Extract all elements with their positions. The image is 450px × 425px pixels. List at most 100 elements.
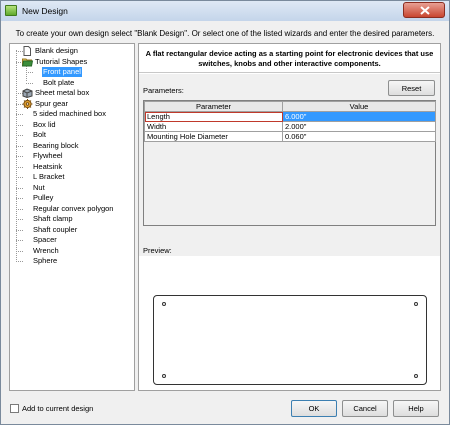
parameter-name-cell: Width: [144, 121, 283, 132]
tree-item-label: Sheet metal box: [35, 88, 90, 97]
mounting-hole: [162, 374, 166, 378]
tree-item[interactable]: Front panel: [10, 67, 134, 78]
tree-connector-line: [16, 135, 23, 136]
parameters-grid[interactable]: Parameter Value Length 6.000" Width 2.000" M…: [143, 100, 436, 226]
tree-item-label: Blank design: [35, 46, 78, 55]
tree-item[interactable]: Regular convex polygon: [10, 204, 134, 215]
tree-item-label: 5 sided machined box: [33, 109, 106, 118]
preview-label: Preview:: [143, 246, 172, 255]
tree-item[interactable]: Box lid: [10, 120, 134, 131]
parameter-name-cell: Length: [144, 111, 283, 122]
tree-item-label: Box lid: [33, 119, 56, 129]
app-icon: [5, 5, 17, 16]
tree-item-label: Bolt: [33, 130, 46, 139]
tree-item[interactable]: Heatsink: [10, 162, 134, 173]
tree-item-label: Front panel: [42, 67, 82, 77]
wizard-details-panel: A flat rectangular device acting as a st…: [138, 43, 441, 391]
wizard-tree[interactable]: Blank design Tutorial Shapes Front panel Bo…: [9, 43, 135, 391]
mounting-hole: [162, 302, 166, 306]
ok-button[interactable]: OK: [291, 400, 337, 417]
help-button[interactable]: Help: [393, 400, 439, 417]
tree-item-label: Sphere: [33, 256, 58, 265]
tree-item-label: Spur gear: [35, 98, 68, 108]
tree-item-label: Bearing block: [33, 140, 79, 150]
tree-item[interactable]: Shaft coupler: [10, 225, 134, 236]
table-row[interactable]: Width 2.000": [144, 121, 436, 132]
close-button[interactable]: [403, 2, 445, 18]
preview-canvas: [139, 256, 440, 390]
tree-connector-line: [16, 219, 23, 220]
tree-connector-line: [26, 72, 33, 73]
cancel-button[interactable]: Cancel: [342, 400, 388, 417]
tree-connector-line: [16, 114, 23, 115]
sheet-metal-icon: [22, 88, 33, 99]
tree-item[interactable]: 5 sided machined box: [10, 109, 134, 120]
tree-item-label: Shaft coupler: [33, 224, 78, 234]
table-row[interactable]: Mounting Hole Diameter 0.060": [144, 131, 436, 142]
parameter-value-cell[interactable]: 0.060": [282, 131, 436, 142]
gear-icon: [22, 98, 33, 109]
tree-item-label: L Bracket: [33, 172, 65, 181]
tree-item[interactable]: Tutorial Shapes: [10, 57, 134, 68]
window-title: New Design: [22, 6, 68, 16]
tree-item-label: Tutorial Shapes: [35, 56, 88, 66]
folder-open-icon: [21, 57, 34, 67]
front-panel-preview-shape: [153, 295, 427, 385]
tree-item[interactable]: Bearing block: [10, 141, 134, 152]
tree-item[interactable]: Bolt plate: [10, 78, 134, 89]
tree-connector-line: [16, 166, 23, 168]
tree-item[interactable]: Spacer: [10, 235, 134, 246]
tree-item[interactable]: L Bracket: [10, 172, 134, 183]
tree-item[interactable]: Blank design: [10, 46, 134, 57]
tree-item-label: Flywheel: [33, 151, 63, 160]
tree-connector-line: [16, 124, 23, 126]
parameter-value-cell[interactable]: 6.000": [282, 111, 436, 122]
tree-item-label: Wrench: [33, 245, 59, 255]
tree-item[interactable]: Shaft clamp: [10, 214, 134, 225]
tree-item[interactable]: Flywheel: [10, 151, 134, 162]
column-header-parameter[interactable]: Parameter: [144, 101, 283, 112]
wizard-description: A flat rectangular device acting as a st…: [139, 44, 440, 73]
tree-item[interactable]: Sheet metal box: [10, 88, 134, 99]
add-to-current-design-checkbox[interactable]: [10, 404, 19, 413]
tree-connector-line: [26, 82, 33, 84]
tree-connector-line: [16, 208, 23, 210]
tree-connector-line: [16, 198, 23, 199]
tree-item-label: Spacer: [33, 235, 57, 244]
tree-connector-line: [16, 156, 23, 157]
parameters-area: Parameters: Reset Parameter Value Length…: [139, 74, 440, 390]
tree-item[interactable]: Pulley: [10, 193, 134, 204]
tree-connector-line: [16, 177, 23, 178]
table-row[interactable]: Length 6.000": [144, 111, 436, 122]
new-design-dialog: New Design To create your own design sel…: [0, 0, 450, 425]
tree-item-label: Heatsink: [33, 161, 63, 171]
parameter-name-cell: Mounting Hole Diameter: [144, 131, 283, 142]
tree-connector-line: [16, 145, 23, 147]
tree-item-label: Nut: [33, 182, 45, 192]
tree-item-label: Pulley: [33, 193, 54, 202]
title-bar[interactable]: New Design: [1, 1, 449, 21]
tree-item[interactable]: Sphere: [10, 256, 134, 267]
dialog-footer: Add to current design OK Cancel Help: [1, 394, 449, 424]
tree-item[interactable]: Spur gear: [10, 98, 134, 110]
tree-item[interactable]: Nut: [10, 183, 134, 194]
tree-connector-line: [16, 250, 23, 252]
tree-connector-line: [16, 240, 23, 241]
reset-button[interactable]: Reset: [388, 80, 435, 96]
close-icon: [420, 6, 430, 15]
tree-item-label: Bolt plate: [43, 77, 75, 87]
instruction-text: To create your own design select "Blank …: [15, 29, 435, 38]
tree-connector-line: [16, 187, 23, 189]
parameter-value-cell[interactable]: 2.000": [282, 121, 436, 132]
tree-connector-line: [16, 229, 23, 231]
column-header-value[interactable]: Value: [282, 101, 436, 112]
add-to-current-design-label[interactable]: Add to current design: [22, 404, 93, 413]
tree-item-label: Shaft clamp: [33, 214, 73, 223]
tree-item[interactable]: Wrench: [10, 246, 134, 257]
mounting-hole: [414, 374, 418, 378]
blank-page-icon: [22, 46, 32, 56]
tree-item-label: Regular convex polygon: [33, 203, 114, 213]
tree-connector-line: [16, 261, 23, 262]
tree-item[interactable]: Bolt: [10, 130, 134, 141]
parameters-label: Parameters:: [143, 86, 184, 95]
